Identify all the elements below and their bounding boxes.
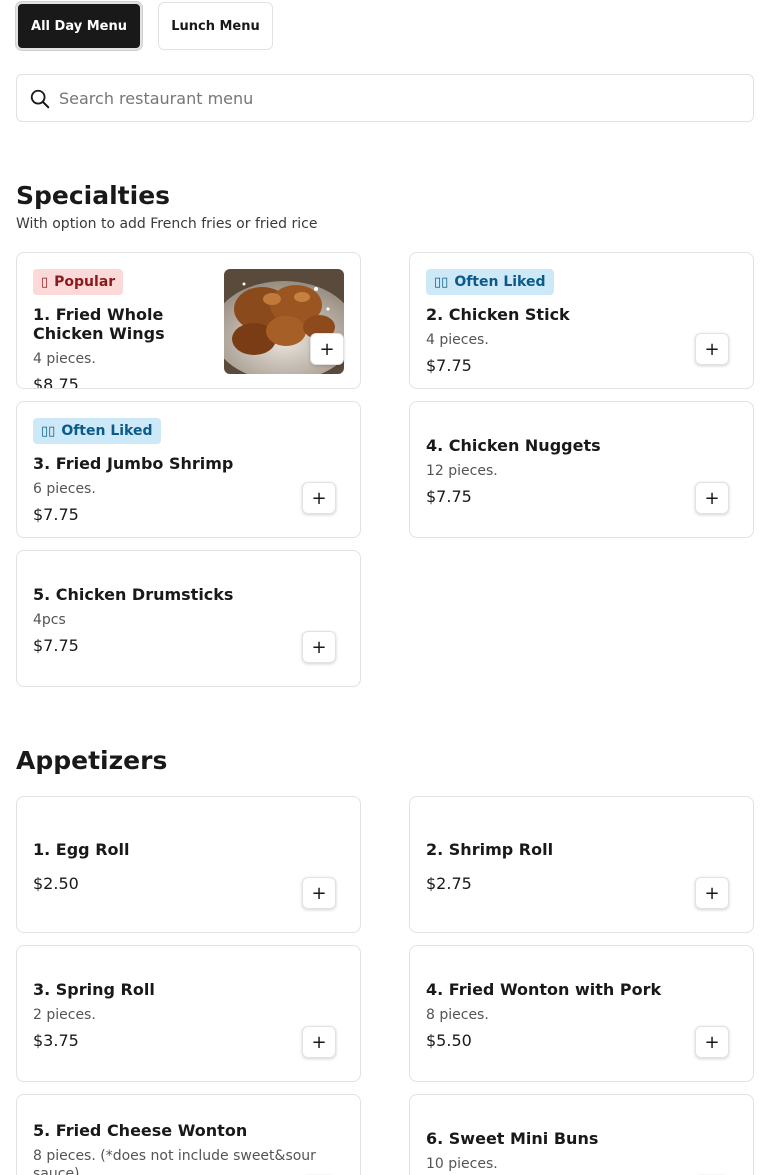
item-description: 10 pieces. — [426, 1156, 498, 1172]
tab-lunch-menu[interactable]: Lunch Menu — [158, 2, 273, 50]
fire-icon: ▯ — [41, 274, 49, 290]
menu-item-card[interactable]: ▯▯ Often Liked 3. Fried Jumbo Shrimp 6 p… — [16, 401, 361, 538]
search-placeholder: Search restaurant menu — [59, 89, 254, 108]
item-description: 4pcs — [33, 612, 66, 628]
item-name: 4. Chicken Nuggets — [426, 436, 601, 455]
item-description: 4 pieces. — [33, 351, 96, 367]
add-item-button[interactable]: + — [302, 631, 336, 663]
often-liked-badge: ▯▯ Often Liked — [426, 269, 554, 295]
item-name: 4. Fried Wonton with Pork — [426, 980, 662, 999]
add-item-button[interactable]: + — [695, 482, 729, 514]
menu-item-card[interactable]: 4. Fried Wonton with Pork 8 pieces. $5.5… — [409, 945, 754, 1082]
tab-all-day-menu[interactable]: All Day Menu — [16, 2, 142, 50]
item-price: $3.75 — [33, 1031, 79, 1050]
item-name: 5. Fried Cheese Wonton — [33, 1121, 248, 1140]
thumbs-up-icon: ▯▯ — [434, 274, 449, 290]
section-subtitle-specialties: With option to add French fries or fried… — [16, 216, 318, 232]
item-name: 3. Spring Roll — [33, 980, 155, 999]
item-price: $7.75 — [426, 356, 472, 375]
item-description: 8 pieces. — [426, 1007, 489, 1023]
item-name: 3. Fried Jumbo Shrimp — [33, 454, 234, 473]
add-item-button[interactable]: + — [695, 877, 729, 909]
item-price: $2.75 — [426, 874, 472, 893]
menu-item-card[interactable]: ▯▯ Often Liked 2. Chicken Stick 4 pieces… — [409, 252, 754, 389]
menu-item-card[interactable]: 4. Chicken Nuggets 12 pieces. $7.75 + — [409, 401, 754, 538]
item-name: 2. Chicken Stick — [426, 305, 570, 324]
popular-badge: ▯ Popular — [33, 269, 124, 295]
item-description: 2 pieces. — [33, 1007, 96, 1023]
add-item-button[interactable]: + — [310, 333, 344, 365]
item-price: $7.75 — [426, 487, 472, 506]
section-title-appetizers: Appetizers — [16, 746, 168, 775]
item-name: 1. Fried Whole Chicken Wings — [33, 305, 165, 343]
item-name: 5. Chicken Drumsticks — [33, 585, 234, 604]
menu-item-card[interactable]: 5. Chicken Drumsticks 4pcs $7.75 + — [16, 550, 361, 687]
search-icon — [30, 89, 50, 109]
item-price: $7.75 — [33, 505, 79, 524]
item-description: 12 pieces. — [426, 463, 498, 479]
menu-item-card[interactable]: 6. Sweet Mini Buns 10 pieces. + — [409, 1094, 754, 1175]
add-item-button[interactable]: + — [695, 1026, 729, 1058]
item-description: 8 pieces. (*does not include sweet&sour … — [33, 1148, 316, 1175]
item-description: 4 pieces. — [426, 332, 489, 348]
add-item-button[interactable]: + — [302, 877, 336, 909]
menu-item-card[interactable]: 1. Egg Roll $2.50 + — [16, 796, 361, 933]
menu-item-card[interactable]: 5. Fried Cheese Wonton 8 pieces. (*does … — [16, 1094, 361, 1175]
thumbs-up-icon: ▯▯ — [41, 423, 56, 439]
add-item-button[interactable]: + — [302, 1026, 336, 1058]
menu-item-card[interactable]: 2. Shrimp Roll $2.75 + — [409, 796, 754, 933]
add-item-button[interactable]: + — [695, 333, 729, 365]
often-liked-badge: ▯▯ Often Liked — [33, 418, 161, 444]
item-price: $2.50 — [33, 874, 79, 893]
section-title-specialties: Specialties — [16, 181, 171, 210]
item-name: 6. Sweet Mini Buns — [426, 1129, 599, 1148]
item-price: $7.75 — [33, 636, 79, 655]
item-price: $5.50 — [426, 1031, 472, 1050]
item-name: 1. Egg Roll — [33, 840, 130, 859]
menu-item-card[interactable]: ▯ Popular 1. Fried Whole Chicken Wings 4… — [16, 252, 361, 389]
menu-item-card[interactable]: 3. Spring Roll 2 pieces. $3.75 + — [16, 945, 361, 1082]
add-item-button[interactable]: + — [302, 482, 336, 514]
menu-tabs: All Day Menu Lunch Menu — [16, 2, 273, 50]
item-price: $8.75 — [33, 375, 79, 389]
search-input[interactable]: Search restaurant menu — [16, 74, 754, 122]
item-name: 2. Shrimp Roll — [426, 840, 554, 859]
item-description: 6 pieces. — [33, 481, 96, 497]
